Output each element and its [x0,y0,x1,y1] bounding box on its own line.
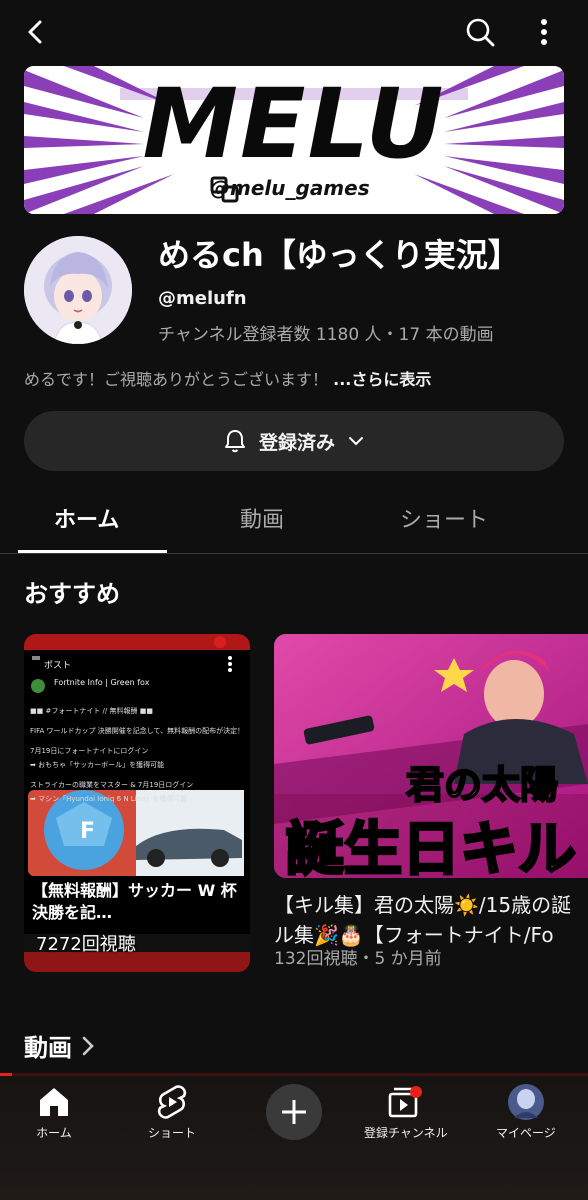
nav-profile-label: マイページ [496,1126,556,1140]
short-views: 7272回視聴 [36,934,136,955]
post-line: ストライカーの職業をマスター & 7月19日ログイン [30,781,194,789]
channel-banner: MELU @melu_games [24,66,564,214]
banner-handle: @melu_games [210,176,370,203]
short-card[interactable]: F ポスト Fortnite Info | Green fox ■■ #フォート… [24,634,250,972]
channel-stats: チャンネル登録者数 1180 人・17 本の動画 [158,325,494,345]
svg-text:F: F [80,819,95,844]
post-line: ■■ #フォートナイト // 無料報酬 ■■ [30,707,153,715]
subscriptions-icon [388,1086,422,1118]
home-icon [40,1088,68,1116]
channel-tabs: ホーム 動画 ショート [0,494,588,554]
post-line: FIFA ワールドカップ 決勝開催を記念して、無料報酬の配布が決定！ [30,727,245,735]
top-bar [0,0,588,66]
post-account: Fortnite Info | Green fox [54,678,150,687]
create-button[interactable] [266,1084,322,1140]
shorts-icon [157,1085,187,1119]
search-button[interactable] [458,10,502,54]
nav-shorts[interactable]: ショート [148,1084,196,1141]
more-options-button[interactable] [524,10,564,54]
video-meta: 132回視聴・5 か月前 [274,949,442,969]
channel-description[interactable]: めるです！ご視聴ありがとうございます！ ...さらに表示 [24,366,431,390]
bottom-navigation: ホーム ショート 登録チャンネル マイページ [0,1076,588,1200]
post-line: ➡ おもちゃ「サッカーボール」を獲得可能 [30,761,165,769]
chevron-down-icon [349,437,363,446]
plus-icon [282,1100,306,1124]
back-button[interactable] [14,10,58,54]
post-line: ➡ マシン「Hyundai Ioniq 6 N Line」を獲得可能 [30,795,188,803]
nav-home-label: ホーム [36,1126,72,1140]
chevron-right-icon [82,1036,94,1055]
nav-subscriptions[interactable]: 登録チャンネル [364,1084,448,1141]
thumb-text-top: 君の太陽 [405,762,559,808]
videos-section-link[interactable]: 動画 [24,1028,96,1063]
nav-profile[interactable]: マイページ [496,1084,556,1141]
active-tab-indicator [18,550,167,553]
tab-videos[interactable]: 動画 [240,502,284,534]
search-icon [466,18,495,47]
post-header: ポスト [44,661,72,671]
channel-name: めるch【ゆっくり実況】 [158,236,520,274]
video-thumbnail[interactable]: 君の太陽 誕生日キル [274,634,588,878]
subscribed-button[interactable]: 登録済み [24,411,564,471]
back-arrow-icon [28,20,42,44]
nav-shorts-label: ショート [148,1126,197,1140]
tab-shorts[interactable]: ショート [400,502,488,534]
video-title-line: 【キル集】君の太陽☀️/15歳の誕 [274,893,572,917]
nav-home[interactable]: ホーム [36,1084,72,1141]
more-vertical-icon [541,19,547,45]
recommended-heading: おすすめ [24,580,120,608]
nav-subscriptions-label: 登録チャンネル [364,1126,448,1140]
description-text: めるです！ご視聴ありがとうございます！ [24,370,329,389]
videos-heading: 動画 [24,1034,72,1062]
bell-icon [224,430,245,453]
avatar-illustration [24,236,132,344]
thumb-text-bottom: 誕生日キル [284,814,577,879]
banner-logo-icon [210,176,239,203]
profile-avatar [507,1084,544,1120]
show-more-link[interactable]: ...さらに表示 [333,370,431,389]
short-caption: 【無料報酬】サッカー W 杯決勝を記… [32,881,237,922]
tab-home[interactable]: ホーム [54,502,119,534]
subscribed-label: 登録済み [258,431,335,454]
video-title[interactable]: 【キル集】君の太陽☀️/15歳の誕 ル集🎉🎂【フォートナイト/Fo [274,890,588,950]
post-line: 7月19日にフォートナイトにログイン [30,747,149,755]
channel-handle: @melufn [158,288,247,309]
channel-avatar[interactable] [24,236,132,344]
post-body: ■■ #フォートナイト // 無料報酬 ■■ FIFA ワールドカップ 決勝開催… [30,704,246,806]
banner-title: MELU [142,68,446,180]
